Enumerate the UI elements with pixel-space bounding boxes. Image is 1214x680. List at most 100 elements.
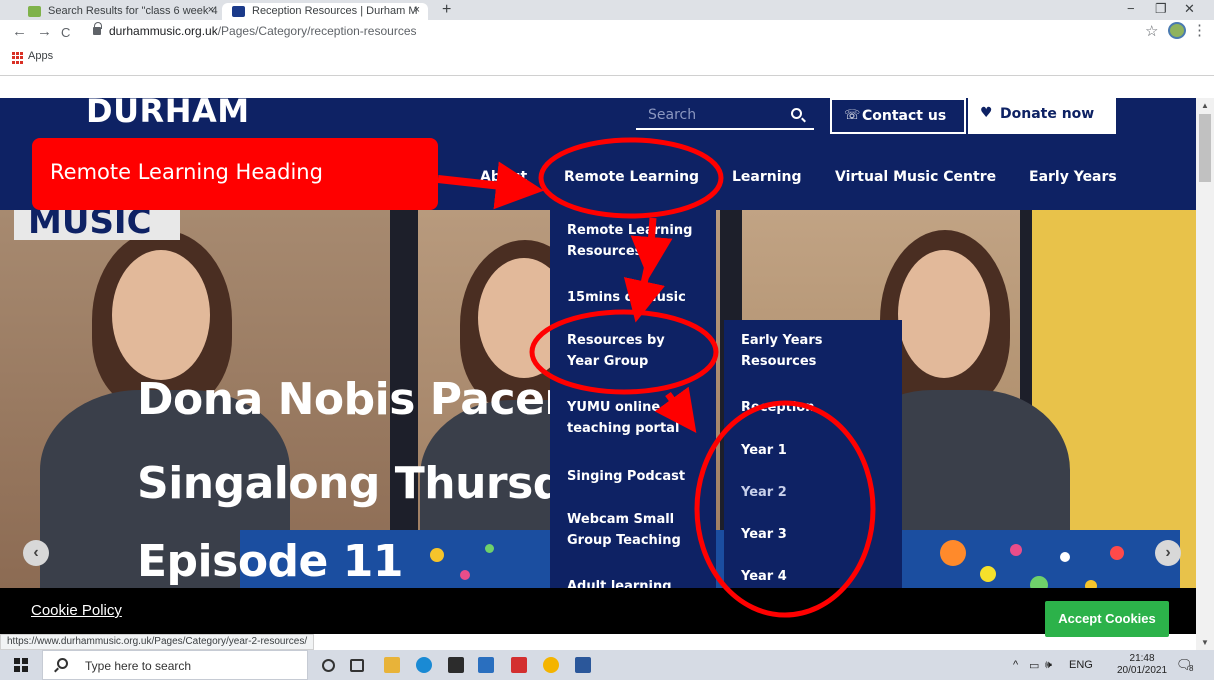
scroll-up-icon[interactable]: ▲ bbox=[1201, 101, 1209, 110]
apps-bookmark[interactable]: Apps bbox=[28, 50, 53, 62]
battery-icon[interactable]: ▭ bbox=[1029, 659, 1039, 672]
menu-item-15mins-of-music[interactable]: 15mins of Music bbox=[567, 287, 717, 308]
task-view-icon[interactable] bbox=[350, 659, 364, 672]
donate-now-label: Donate now bbox=[1000, 106, 1095, 122]
browser-menu-button[interactable]: ⋮ bbox=[1192, 21, 1207, 39]
cookie-banner: Cookie Policy Accept Cookies bbox=[0, 588, 1196, 637]
lock-icon bbox=[93, 22, 102, 35]
menu-item-singing-podcast[interactable]: Singing Podcast bbox=[567, 466, 717, 487]
address-bar[interactable]: durhammusic.org.uk/Pages/Category/recept… bbox=[109, 24, 417, 38]
back-button[interactable]: ← bbox=[12, 23, 27, 40]
contact-us-button[interactable]: ☏ Contact us bbox=[830, 98, 966, 134]
store-icon[interactable] bbox=[448, 657, 464, 673]
tab-search-results[interactable]: Search Results for "class 6 week 4 × bbox=[18, 3, 222, 20]
carousel-prev-button[interactable]: ‹ bbox=[23, 540, 49, 566]
submenu-item-year-3[interactable]: Year 3 bbox=[741, 524, 891, 545]
submenu-item-early-years-resources[interactable]: Early Years Resources bbox=[741, 330, 891, 372]
site-favicon-icon bbox=[232, 6, 245, 17]
hero-title-line: Singalong Thursday bbox=[137, 458, 620, 509]
confetti-dot bbox=[1110, 546, 1124, 560]
browser-toolbar: ← → C durhammusic.org.uk/Pages/Category/… bbox=[0, 20, 1214, 76]
bookmark-star-icon[interactable]: ☆ bbox=[1145, 22, 1158, 40]
tab-title: Reception Resources | Durham M bbox=[252, 5, 418, 17]
menu-item-adult-learning[interactable]: Adult learning bbox=[567, 576, 717, 588]
menu-item-yumu-portal[interactable]: YUMU online teaching portal bbox=[567, 397, 717, 439]
donate-now-button[interactable]: ♥ Donate now bbox=[968, 98, 1116, 134]
nav-about[interactable]: About bbox=[480, 169, 527, 185]
windows-start-icon[interactable] bbox=[14, 658, 28, 672]
notification-count: 8 bbox=[1189, 664, 1194, 673]
close-window-button[interactable]: ✕ bbox=[1184, 1, 1195, 17]
remote-learning-dropdown: Remote Learning Resources 15mins of Musi… bbox=[550, 210, 716, 588]
restore-button[interactable]: ❐ bbox=[1155, 1, 1167, 17]
volume-icon[interactable]: 🕪 bbox=[1045, 659, 1052, 672]
nav-virtual-music-centre[interactable]: Virtual Music Centre bbox=[835, 169, 996, 185]
clock-date: 20/01/2021 bbox=[1117, 665, 1168, 676]
presenter-face bbox=[898, 250, 990, 378]
edge-icon[interactable] bbox=[416, 657, 432, 673]
search-input[interactable] bbox=[636, 104, 776, 126]
app-icon[interactable] bbox=[511, 657, 527, 673]
language-indicator[interactable]: ENG bbox=[1069, 659, 1093, 671]
nav-learning[interactable]: Learning bbox=[732, 169, 802, 185]
forward-button[interactable]: → bbox=[37, 23, 52, 40]
status-bar-url: https://www.durhammusic.org.uk/Pages/Cat… bbox=[0, 634, 315, 650]
search-icon bbox=[57, 658, 68, 669]
file-explorer-icon[interactable] bbox=[384, 657, 400, 673]
tab-reception-resources[interactable]: Reception Resources | Durham M × bbox=[222, 3, 428, 20]
menu-item-webcam-small-group[interactable]: Webcam Small Group Teaching bbox=[567, 509, 717, 551]
mail-icon[interactable] bbox=[478, 657, 494, 673]
windows-taskbar: Type here to search ^ ▭ 🕪 ENG 21:48 20/0… bbox=[0, 650, 1214, 680]
durham-music-logo[interactable]: DURHAM bbox=[86, 98, 250, 130]
submenu-item-year-4[interactable]: Year 4 bbox=[741, 566, 891, 587]
logo-music-plate: MUSIC bbox=[14, 210, 180, 240]
submenu-item-reception[interactable]: Reception bbox=[741, 397, 891, 418]
url-path: /Pages/Category/reception-resources bbox=[217, 24, 417, 38]
system-clock[interactable]: 21:48 20/01/2021 bbox=[1117, 653, 1167, 677]
nav-remote-learning[interactable]: Remote Learning bbox=[564, 169, 699, 185]
hero-title-line: Dona Nobis Pacem bbox=[137, 374, 590, 425]
screenshot: Search Results for "class 6 week 4 × Rec… bbox=[0, 0, 1214, 680]
year-group-submenu: Early Years Resources Reception Year 1 Y… bbox=[724, 320, 902, 588]
confetti-dot bbox=[1060, 552, 1070, 562]
cookie-policy-link[interactable]: Cookie Policy bbox=[31, 602, 122, 619]
submenu-item-year-1[interactable]: Year 1 bbox=[741, 440, 891, 461]
site-favicon-icon bbox=[28, 6, 41, 17]
new-tab-button[interactable]: + bbox=[442, 1, 451, 19]
confetti-dot bbox=[485, 544, 494, 553]
apps-grid-icon[interactable] bbox=[12, 52, 24, 64]
scroll-down-icon[interactable]: ▼ bbox=[1201, 638, 1209, 647]
browser-tab-bar: Search Results for "class 6 week 4 × Rec… bbox=[0, 0, 1214, 20]
confetti-dot bbox=[940, 540, 966, 566]
reload-button[interactable]: C bbox=[61, 25, 70, 40]
page-scrollbar[interactable]: ▲ ▼ bbox=[1196, 98, 1214, 650]
search-icon[interactable] bbox=[791, 108, 802, 119]
confetti-dot bbox=[1010, 544, 1022, 556]
submenu-item-year-2[interactable]: Year 2 bbox=[741, 482, 891, 503]
minimize-button[interactable]: − bbox=[1127, 1, 1135, 16]
logo-music-text: MUSIC bbox=[28, 210, 152, 240]
extension-icon[interactable] bbox=[1168, 22, 1186, 39]
close-tab-icon[interactable]: × bbox=[414, 4, 420, 16]
nav-early-years[interactable]: Early Years bbox=[1029, 169, 1117, 185]
presenter-face bbox=[112, 250, 210, 380]
menu-item-remote-learning-resources[interactable]: Remote Learning Resources bbox=[567, 220, 717, 262]
confetti-dot bbox=[430, 548, 444, 562]
tray-overflow-icon[interactable]: ^ bbox=[1013, 659, 1018, 671]
annotation-callout: Remote Learning Heading bbox=[32, 138, 438, 210]
carousel-next-button[interactable]: › bbox=[1155, 540, 1181, 566]
tab-title: Search Results for "class 6 week 4 bbox=[48, 5, 218, 17]
taskbar-search-placeholder: Type here to search bbox=[85, 659, 192, 673]
cortana-icon[interactable] bbox=[322, 659, 335, 672]
accept-cookies-button[interactable]: Accept Cookies bbox=[1045, 601, 1169, 637]
confetti-dot bbox=[1030, 576, 1048, 588]
chrome-icon[interactable] bbox=[543, 657, 559, 673]
taskbar-search-box[interactable]: Type here to search bbox=[42, 650, 308, 680]
close-tab-icon[interactable]: × bbox=[208, 4, 214, 16]
site-search bbox=[636, 102, 814, 130]
url-host: durhammusic.org.uk bbox=[109, 24, 218, 38]
confetti-dot bbox=[460, 570, 470, 580]
word-icon[interactable] bbox=[575, 657, 591, 673]
scroll-thumb[interactable] bbox=[1199, 114, 1211, 182]
menu-item-resources-by-year-group[interactable]: Resources by Year Group bbox=[567, 330, 717, 372]
